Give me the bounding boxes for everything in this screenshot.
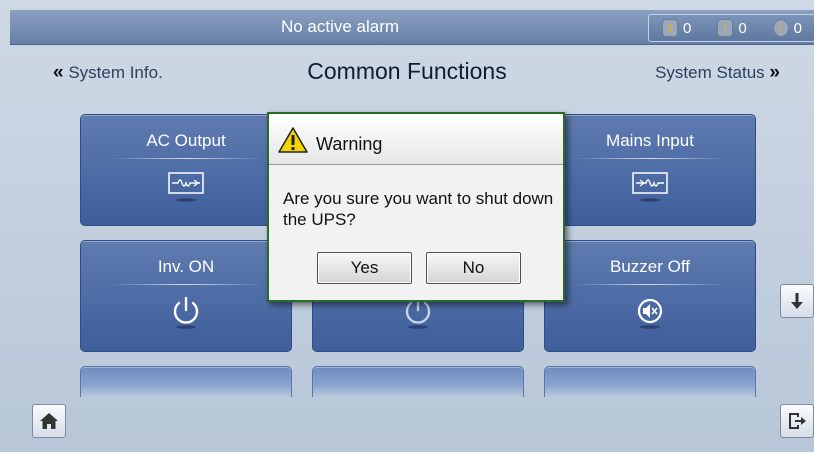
power-on-icon xyxy=(173,296,199,329)
dialog-message: Are you sure you want to shut down the U… xyxy=(283,189,554,229)
tile-label: Inv. ON xyxy=(157,257,215,276)
alarm-status-text: No active alarm xyxy=(280,17,400,36)
scroll-down-button[interactable] xyxy=(780,284,814,318)
chevron-right-icon: » xyxy=(769,62,780,83)
tile-divider xyxy=(109,284,263,285)
logout-button[interactable] xyxy=(780,404,814,438)
tile-divider xyxy=(573,284,727,285)
critical-alarm-icon: ↧ xyxy=(661,19,678,37)
major-alarm-count: 0 xyxy=(738,19,747,37)
function-tile-partial[interactable] xyxy=(80,366,292,397)
function-tile-partial[interactable] xyxy=(544,366,756,397)
critical-alarm-count: 0 xyxy=(682,19,692,37)
minor-alarm-counter: ! 0 xyxy=(772,19,802,37)
major-alarm-icon: ! xyxy=(717,19,734,37)
ac-output-waveform-icon xyxy=(168,172,204,202)
ac-output-tile[interactable]: AC Output xyxy=(80,114,292,226)
inv-on-tile[interactable]: Inv. ON xyxy=(80,240,292,352)
minor-alarm-icon: ! xyxy=(772,19,789,37)
dialog-title: Warning xyxy=(316,134,383,154)
warning-icon xyxy=(278,127,308,153)
tile-divider xyxy=(109,158,263,159)
tile-label: Mains Input xyxy=(606,131,694,150)
dialog-header: Warning xyxy=(269,114,563,165)
home-button[interactable] xyxy=(32,404,66,438)
nav-next-label: System Status xyxy=(655,63,765,82)
alarm-bar: No active alarm ↧ 0 ! 0 ! 0 xyxy=(10,10,814,45)
logout-icon xyxy=(789,413,806,429)
buzzer-off-tile[interactable]: Buzzer Off xyxy=(544,240,756,352)
critical-alarm-counter: ↧ 0 xyxy=(661,19,692,37)
speaker-mute-icon xyxy=(637,298,663,329)
yes-button[interactable]: Yes xyxy=(317,252,412,284)
mains-input-waveform-icon xyxy=(632,172,668,202)
major-alarm-counter: ! 0 xyxy=(717,19,747,37)
nav-next-system-status[interactable]: System Status » xyxy=(655,62,780,84)
tile-label: AC Output xyxy=(146,131,226,150)
home-icon xyxy=(40,413,58,429)
warning-dialog: Warning Are you sure you want to shut do… xyxy=(267,112,565,302)
tile-divider xyxy=(573,158,727,159)
minor-alarm-count: 0 xyxy=(793,19,802,37)
tile-label: Buzzer Off xyxy=(610,257,690,276)
alarm-counters[interactable]: ↧ 0 ! 0 ! 0 xyxy=(648,14,814,42)
function-tile-partial[interactable] xyxy=(312,366,524,397)
mains-input-tile[interactable]: Mains Input xyxy=(544,114,756,226)
arrow-down-icon xyxy=(791,293,803,309)
no-button[interactable]: No xyxy=(426,252,521,284)
